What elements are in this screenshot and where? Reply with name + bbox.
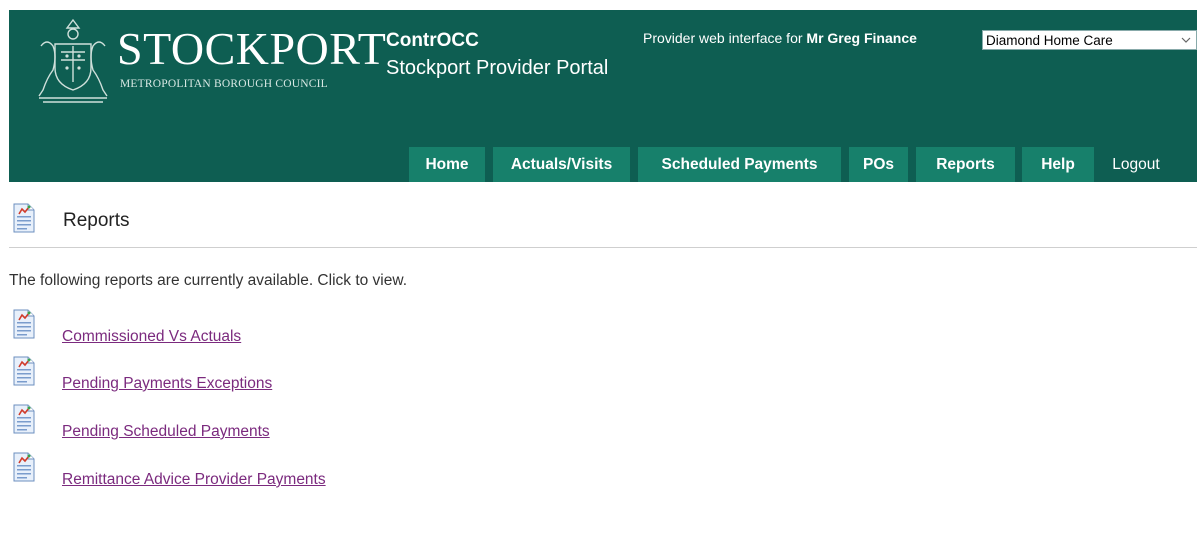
user-name: Mr Greg Finance xyxy=(806,30,917,46)
report-document-icon xyxy=(13,203,35,233)
report-link-remittance-advice-provider-payments[interactable]: Remittance Advice Provider Payments xyxy=(62,471,326,489)
report-document-icon xyxy=(13,404,35,434)
brand-subtitle: METROPOLITAN BOROUGH COUNCIL xyxy=(120,78,328,90)
chevron-down-icon xyxy=(1181,37,1191,43)
report-link-commissioned-vs-actuals[interactable]: Commissioned Vs Actuals xyxy=(62,328,241,346)
tab-help[interactable]: Help xyxy=(1022,147,1094,182)
provider-interface-label: Provider web interface for Mr Greg Finan… xyxy=(643,30,917,46)
provider-selected-value: Diamond Home Care xyxy=(986,33,1113,48)
report-link-pending-scheduled-payments[interactable]: Pending Scheduled Payments xyxy=(62,423,270,441)
report-item: Remittance Advice Provider Payments xyxy=(9,452,509,492)
tab-pos[interactable]: POs xyxy=(849,147,908,182)
intro-text: The following reports are currently avai… xyxy=(9,272,408,289)
provider-select[interactable]: Diamond Home Care xyxy=(982,30,1197,50)
brand-name: STOCKPORT xyxy=(117,23,387,74)
portal-name: Stockport Provider Portal xyxy=(386,57,609,79)
tab-home[interactable]: Home xyxy=(409,147,485,182)
page-title: Reports xyxy=(63,210,130,231)
provider-prefix: Provider web interface for xyxy=(643,30,803,46)
title-divider xyxy=(9,247,1197,248)
report-document-icon xyxy=(13,452,35,482)
report-item: Commissioned Vs Actuals xyxy=(9,309,509,349)
logout-link[interactable]: Logout xyxy=(1100,147,1172,182)
app-name: ContrOCC xyxy=(386,30,479,51)
report-item: Pending Payments Exceptions xyxy=(9,356,509,396)
tab-reports[interactable]: Reports xyxy=(916,147,1015,182)
report-document-icon xyxy=(13,309,35,339)
tab-actuals-visits[interactable]: Actuals/Visits xyxy=(493,147,630,182)
report-item: Pending Scheduled Payments xyxy=(9,404,509,444)
report-document-icon xyxy=(13,356,35,386)
council-crest-logo xyxy=(38,18,108,103)
tab-scheduled-payments[interactable]: Scheduled Payments xyxy=(638,147,841,182)
report-link-pending-payments-exceptions[interactable]: Pending Payments Exceptions xyxy=(62,375,272,393)
